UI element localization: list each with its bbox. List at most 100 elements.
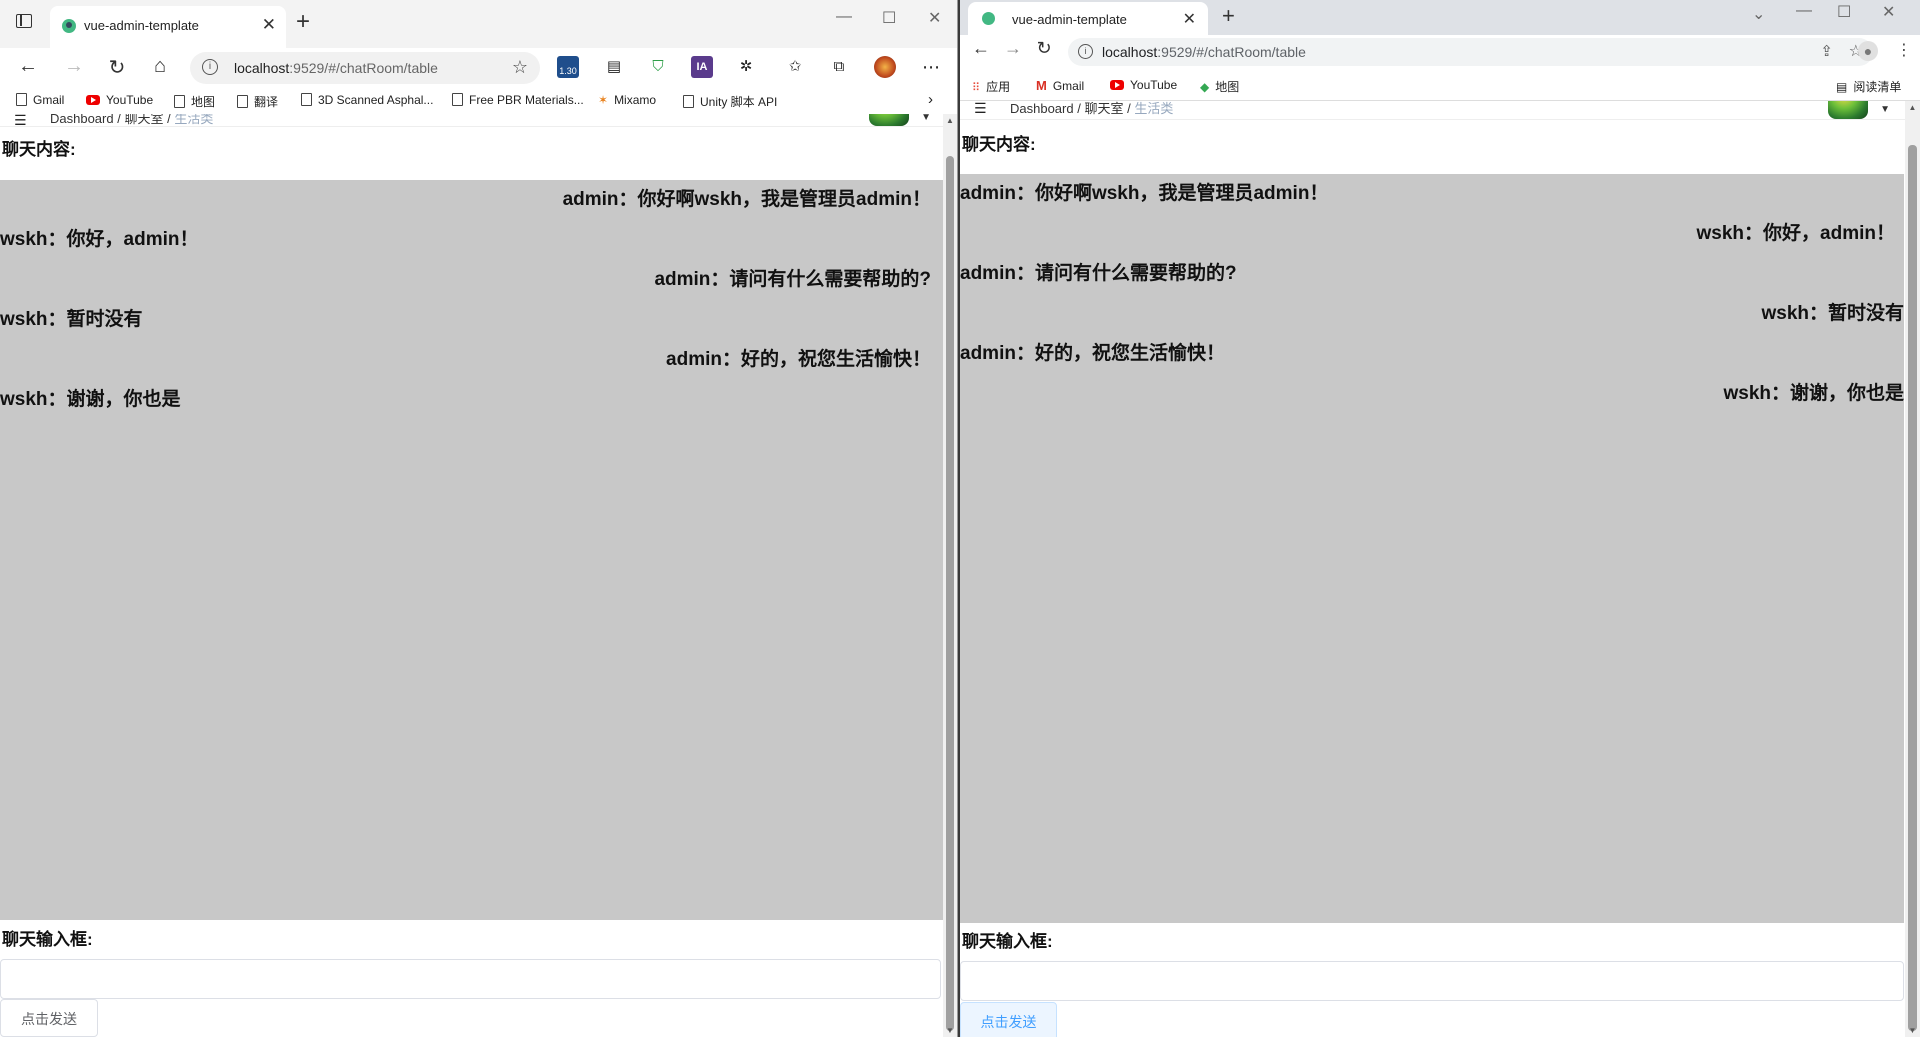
minimize-button[interactable]: — [1796,2,1812,20]
hamburger-icon[interactable]: ☰ [974,101,987,117]
vue-favicon-icon [62,19,76,33]
maximize-button[interactable]: ☐ [1837,2,1851,22]
edge-tab-active[interactable]: vue-admin-template ✕ [50,6,286,48]
scroll-down-icon[interactable]: ▼ [943,1026,957,1035]
back-icon[interactable]: ← [968,38,994,59]
caret-down-icon[interactable]: ▼ [1880,104,1890,115]
bookmark-youtube[interactable]: YouTube [1110,78,1177,92]
site-info-icon[interactable]: i [202,59,218,75]
new-tab-button[interactable]: + [1222,3,1235,29]
refresh-icon[interactable]: ↻ [1031,38,1057,59]
chat-message: admin：好的，祝您生活愉快！ [666,349,931,370]
send-button[interactable]: 点击发送 [960,1002,1057,1037]
minimize-button[interactable]: — [836,8,852,26]
page-icon [16,93,27,106]
tab-actions-icon[interactable] [16,14,32,28]
chat-content-box: admin：你好啊wskh，我是管理员admin！ wskh：你好，admin！… [960,174,1904,923]
bookmark-map[interactable]: ◆ 地图 [1200,78,1239,95]
maximize-button[interactable]: ☐ [882,8,896,28]
close-window-button[interactable]: ✕ [928,8,941,28]
chrome-window: vue-admin-template ✕ + ⌄ — ☐ ✕ ← → ↻ i l… [960,0,1920,1037]
chat-input[interactable] [960,961,1904,1001]
bookmark-gmail[interactable]: M Gmail [1036,78,1084,93]
send-button[interactable]: 点击发送 [0,999,98,1037]
forward-icon[interactable]: → [1000,38,1026,59]
scrollbar-thumb[interactable] [1908,145,1917,1031]
chat-message: wskh：谢谢，你也是 [0,389,181,410]
back-icon[interactable]: ← [15,55,41,78]
breadcrumb-chatroom[interactable]: 聊天室 [124,114,163,126]
edge-bookmarks-bar: Gmail YouTube 地图 翻译 3D Scanned Asphal...… [0,88,957,115]
maps-icon: ◆ [1200,80,1210,94]
scroll-up-icon[interactable]: ▲ [1905,103,1920,112]
ia-extension-icon[interactable]: IA [691,56,713,78]
chat-message: admin：好的，祝您生活愉快！ [960,343,1225,364]
profile-icon[interactable]: ● [1858,41,1878,61]
hamburger-icon[interactable]: ☰ [14,114,27,126]
bookmark-youtube[interactable]: YouTube [86,93,153,107]
bookmark-translate[interactable]: 翻译 [237,93,278,110]
home-icon[interactable]: ⌂ [147,55,173,78]
forward-icon[interactable]: → [61,55,87,78]
new-tab-button[interactable]: + [296,8,310,36]
bookmark-free-pbr[interactable]: Free PBR Materials... [452,93,584,107]
bookmark-mixamo[interactable]: ✶ Mixamo [598,93,656,107]
breadcrumb-chatroom[interactable]: 聊天室 [1084,101,1123,116]
vertical-scrollbar[interactable]: ▲ ▼ [1905,101,1920,1037]
mixamo-icon: ✶ [598,93,609,107]
breadcrumb-dashboard[interactable]: Dashboard [1010,101,1074,116]
reading-list[interactable]: ▤ 阅读清单 [1836,78,1901,95]
vue-favicon-icon [982,12,995,25]
tab-search-icon[interactable]: ⌄ [1752,4,1765,24]
extensions-icon[interactable]: ✲ [735,56,757,78]
profile-avatar[interactable] [874,56,896,78]
breadcrumb-current: 生活类 [1134,101,1174,116]
bookmark-3d-scanned[interactable]: 3D Scanned Asphal... [301,93,433,107]
page-icon [301,93,312,106]
shield-icon[interactable]: ⛉ [647,56,669,78]
extension-badge-icon[interactable]: 1.30 [557,56,579,78]
user-avatar[interactable] [1828,101,1868,119]
app-page: ☰ Dashboard / 聊天室 / 生活类 ▼ 聊天内容: admin：你好… [0,114,957,1037]
scrollbar-thumb[interactable] [946,156,954,1031]
chat-input-label: 聊天输入框: [962,932,1053,951]
share-icon[interactable]: ⇪ [1820,42,1833,60]
refresh-icon[interactable]: ↻ [104,55,130,80]
add-favorite-icon[interactable]: ☆ [512,57,528,78]
user-avatar[interactable] [869,114,909,126]
caret-down-icon[interactable]: ▼ [921,114,931,123]
edge-tab-bar: vue-admin-template ✕ + — ☐ ✕ [0,0,957,48]
more-menu-icon[interactable]: ⋯ [920,56,942,78]
breadcrumb-dashboard[interactable]: Dashboard [50,114,114,126]
address-bar[interactable]: i localhost:9529/#/chatRoom/table ☆ [190,52,540,84]
bookmark-apps[interactable]: ⠿ 应用 [972,78,1010,95]
chrome-tab-bar: vue-admin-template ✕ + ⌄ — ☐ ✕ [960,0,1920,35]
scroll-down-icon[interactable]: ▼ [1905,1026,1920,1035]
scroll-up-icon[interactable]: ▲ [943,116,957,125]
bookmark-unity-api[interactable]: Unity 脚本 API [683,93,777,110]
site-info-icon[interactable]: i [1078,44,1093,59]
chat-input[interactable] [0,959,941,999]
favorites-icon[interactable]: ✩ [784,56,806,78]
bookmark-map[interactable]: 地图 [174,93,215,110]
apps-grid-icon: ⠿ [972,82,981,94]
app-navbar: ☰ Dashboard / 聊天室 / 生活类 ▼ [960,101,1920,120]
chrome-tab-active[interactable]: vue-admin-template ✕ [968,2,1208,35]
edge-toolbar: ← → ↻ ⌂ i localhost:9529/#/chatRoom/tabl… [0,48,957,88]
app-page: ☰ Dashboard / 聊天室 / 生活类 ▼ 聊天内容: admin：你好… [960,101,1920,1037]
address-bar[interactable]: i localhost:9529/#/chatRoom/table ⇪ ☆ [1068,38,1873,66]
vertical-scrollbar[interactable]: ▲ ▼ [943,114,957,1037]
close-window-button[interactable]: ✕ [1882,2,1895,22]
chevron-right-icon[interactable]: › [928,91,933,108]
chat-message: admin：你好啊wskh，我是管理员admin！ [562,189,931,210]
close-tab-icon[interactable]: ✕ [262,15,276,35]
breadcrumb: Dashboard / 聊天室 / 生活类 [50,114,213,126]
more-menu-icon[interactable]: ⋮ [1896,40,1912,60]
close-tab-icon[interactable]: ✕ [1183,9,1196,29]
page-icon [237,95,248,108]
reader-icon[interactable]: ▤ [603,56,625,78]
collections-icon[interactable]: ⧉ [828,56,850,78]
bookmark-gmail[interactable]: Gmail [16,93,64,107]
app-navbar: ☰ Dashboard / 聊天室 / 生活类 ▼ [0,114,957,127]
chat-message: wskh：暂时没有 [1761,303,1904,324]
